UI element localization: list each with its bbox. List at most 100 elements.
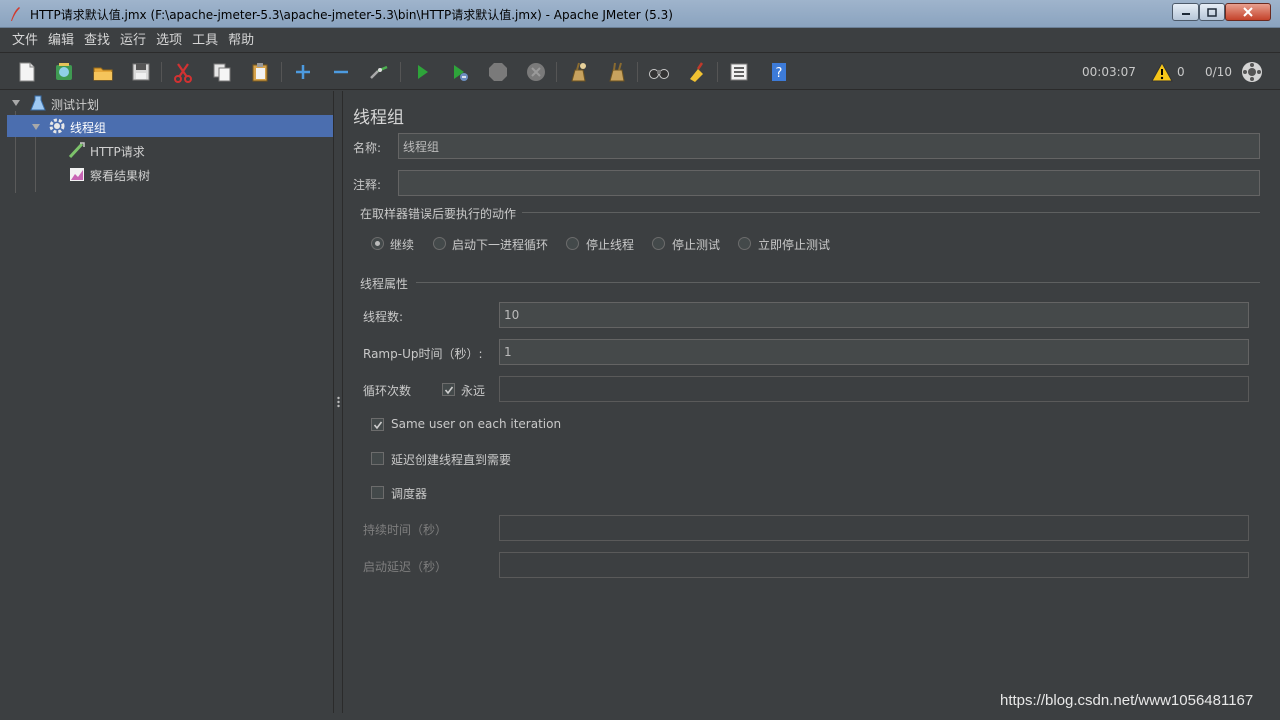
menu-options[interactable]: 选项 bbox=[151, 30, 187, 52]
minimize-button[interactable] bbox=[1172, 3, 1199, 21]
thread-group-panel: 线程组 名称: 线程组 注释: 在取样器错误后要执行的动作 继续 启动下一进程循… bbox=[344, 91, 1274, 713]
open-icon bbox=[93, 67, 113, 81]
radio-stop-test-now[interactable] bbox=[738, 237, 751, 250]
result-tree-icon bbox=[70, 168, 84, 181]
new-button[interactable] bbox=[15, 60, 39, 84]
checkmark-icon bbox=[444, 386, 454, 395]
radio-start-next-loop[interactable] bbox=[433, 237, 446, 250]
menu-tools[interactable]: 工具 bbox=[187, 30, 223, 52]
start-button[interactable] bbox=[410, 60, 434, 84]
function-helper-icon bbox=[730, 63, 748, 81]
stop-icon bbox=[489, 63, 507, 81]
save-icon bbox=[132, 63, 150, 81]
reset-search-icon bbox=[690, 62, 704, 82]
svg-text:?: ? bbox=[776, 66, 783, 81]
menu-run[interactable]: 运行 bbox=[115, 30, 151, 52]
tree-node-thread-group[interactable]: 线程组 bbox=[7, 115, 333, 137]
toolbar-separator bbox=[400, 62, 401, 82]
minimize-icon bbox=[1181, 13, 1190, 15]
menu-bar: 文件 编辑 查找 运行 选项 工具 帮助 bbox=[0, 29, 1280, 53]
stop-button[interactable] bbox=[486, 60, 510, 84]
tree-label: 察看结果树 bbox=[90, 169, 151, 183]
toolbar-separator bbox=[556, 62, 557, 82]
menu-file[interactable]: 文件 bbox=[7, 30, 43, 52]
toggle-button[interactable] bbox=[367, 60, 391, 84]
radio-stop-test-label: 停止测试 bbox=[672, 238, 721, 252]
reset-search-button[interactable] bbox=[685, 60, 709, 84]
search-button[interactable] bbox=[647, 60, 671, 84]
shutdown-icon bbox=[527, 63, 545, 81]
forever-label: 永远 bbox=[461, 384, 486, 398]
forever-checkbox[interactable] bbox=[442, 383, 455, 396]
expand-arrow-icon[interactable] bbox=[32, 124, 40, 130]
tree-node-http-request[interactable]: HTTP请求 bbox=[7, 139, 333, 161]
warning-icon[interactable] bbox=[1151, 62, 1173, 82]
startup-delay-field[interactable] bbox=[499, 552, 1249, 578]
save-button[interactable] bbox=[129, 60, 153, 84]
delay-thread-creation-checkbox[interactable] bbox=[371, 452, 384, 465]
scheduler-label: 调度器 bbox=[391, 487, 428, 501]
toolbar: ? 00:03:07 0 0/10 bbox=[0, 54, 1280, 90]
help-icon: ? bbox=[772, 63, 786, 81]
watermark-text: https://blog.csdn.net/www1056481167 bbox=[1000, 692, 1254, 709]
thread-count-field[interactable]: 10 bbox=[499, 302, 1249, 328]
cut-icon bbox=[174, 63, 192, 83]
http-sampler-icon bbox=[68, 142, 85, 159]
open-button[interactable] bbox=[91, 60, 115, 84]
collapse-all-button[interactable] bbox=[329, 60, 353, 84]
start-icon bbox=[418, 65, 428, 79]
menu-help[interactable]: 帮助 bbox=[223, 30, 259, 52]
same-user-checkbox[interactable] bbox=[371, 418, 384, 431]
paste-icon bbox=[252, 63, 268, 82]
delay-thread-creation-label: 延迟创建线程直到需要 bbox=[391, 453, 512, 467]
rampup-field[interactable]: 1 bbox=[499, 339, 1249, 365]
collapse-icon bbox=[334, 70, 348, 74]
loop-count-field[interactable] bbox=[499, 376, 1249, 402]
menu-search[interactable]: 查找 bbox=[79, 30, 115, 52]
restore-icon bbox=[1207, 7, 1217, 17]
clear-button[interactable] bbox=[566, 60, 590, 84]
function-helper-button[interactable] bbox=[727, 60, 751, 84]
remote-engines-icon[interactable] bbox=[1241, 61, 1263, 83]
jmeter-feather-icon bbox=[11, 7, 20, 21]
loop-count-label: 循环次数 bbox=[363, 384, 412, 398]
warning-count: 0 bbox=[1177, 65, 1185, 79]
shutdown-button[interactable] bbox=[524, 60, 548, 84]
scheduler-checkbox[interactable] bbox=[371, 486, 384, 499]
help-button[interactable]: ? bbox=[767, 60, 791, 84]
toolbar-separator bbox=[161, 62, 162, 82]
comment-field[interactable] bbox=[398, 170, 1260, 196]
tree-label: HTTP请求 bbox=[90, 145, 145, 159]
name-field[interactable]: 线程组 bbox=[398, 133, 1260, 159]
templates-icon bbox=[56, 63, 72, 80]
paste-button[interactable] bbox=[248, 60, 272, 84]
same-user-label: Same user on each iteration bbox=[391, 417, 562, 431]
clear-all-button[interactable] bbox=[605, 60, 629, 84]
menu-edit[interactable]: 编辑 bbox=[43, 30, 79, 52]
radio-continue[interactable] bbox=[371, 237, 384, 250]
new-icon bbox=[19, 62, 35, 82]
expand-arrow-icon[interactable] bbox=[12, 100, 20, 106]
maximize-button[interactable] bbox=[1199, 3, 1225, 21]
copy-button[interactable] bbox=[210, 60, 234, 84]
name-label: 名称: bbox=[353, 141, 382, 155]
search-icon bbox=[649, 69, 669, 79]
duration-field[interactable] bbox=[499, 515, 1249, 541]
radio-stop-thread-label: 停止线程 bbox=[586, 238, 635, 252]
active-threads: 0/10 bbox=[1205, 65, 1232, 79]
error-action-section-title: 在取样器错误后要执行的动作 bbox=[360, 207, 517, 221]
templates-button[interactable] bbox=[52, 60, 76, 84]
tree-node-test-plan[interactable]: 测试计划 bbox=[7, 92, 333, 114]
expand-all-button[interactable] bbox=[291, 60, 315, 84]
start-no-pause-icon bbox=[454, 65, 468, 81]
close-icon bbox=[1243, 7, 1253, 17]
toolbar-separator bbox=[281, 62, 282, 82]
expand-icon bbox=[296, 65, 310, 79]
radio-stop-thread[interactable] bbox=[566, 237, 579, 250]
tree-node-view-results-tree[interactable]: 察看结果树 bbox=[7, 163, 333, 185]
start-no-pause-button[interactable] bbox=[448, 60, 472, 84]
split-pane-divider[interactable] bbox=[334, 91, 343, 713]
cut-button[interactable] bbox=[171, 60, 195, 84]
radio-stop-test[interactable] bbox=[652, 237, 665, 250]
close-button[interactable] bbox=[1225, 3, 1271, 21]
